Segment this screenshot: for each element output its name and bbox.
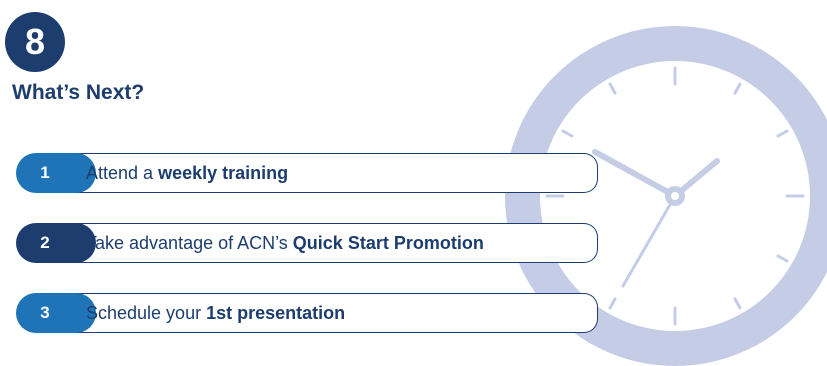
item-text: Schedule your 1st presentation xyxy=(86,293,345,333)
item-text-bold: weekly training xyxy=(158,162,289,183)
item-text-plain: Attend a xyxy=(86,162,154,183)
page-title: What’s Next? xyxy=(12,81,145,104)
list-item: 2 Take advantage of ACN’s Quick Start Pr… xyxy=(16,223,598,263)
item-text: Take advantage of ACN’s Quick Start Prom… xyxy=(86,223,484,263)
step-number-badge: 8 xyxy=(5,12,65,72)
step-number: 8 xyxy=(24,21,46,62)
item-text-plain: Schedule your xyxy=(86,302,202,323)
item-text-bold: Quick Start Promotion xyxy=(292,232,484,253)
item-number: 1 xyxy=(16,153,74,193)
item-text-plain: Take advantage of ACN’s xyxy=(86,232,288,253)
list-item: 1 Attend a weekly training xyxy=(16,153,598,193)
list-item: 3 Schedule your 1st presentation xyxy=(16,293,598,333)
item-number: 3 xyxy=(16,293,74,333)
item-text: Attend a weekly training xyxy=(86,153,288,193)
item-number: 2 xyxy=(16,223,74,263)
item-text-bold: 1st presentation xyxy=(206,302,346,323)
